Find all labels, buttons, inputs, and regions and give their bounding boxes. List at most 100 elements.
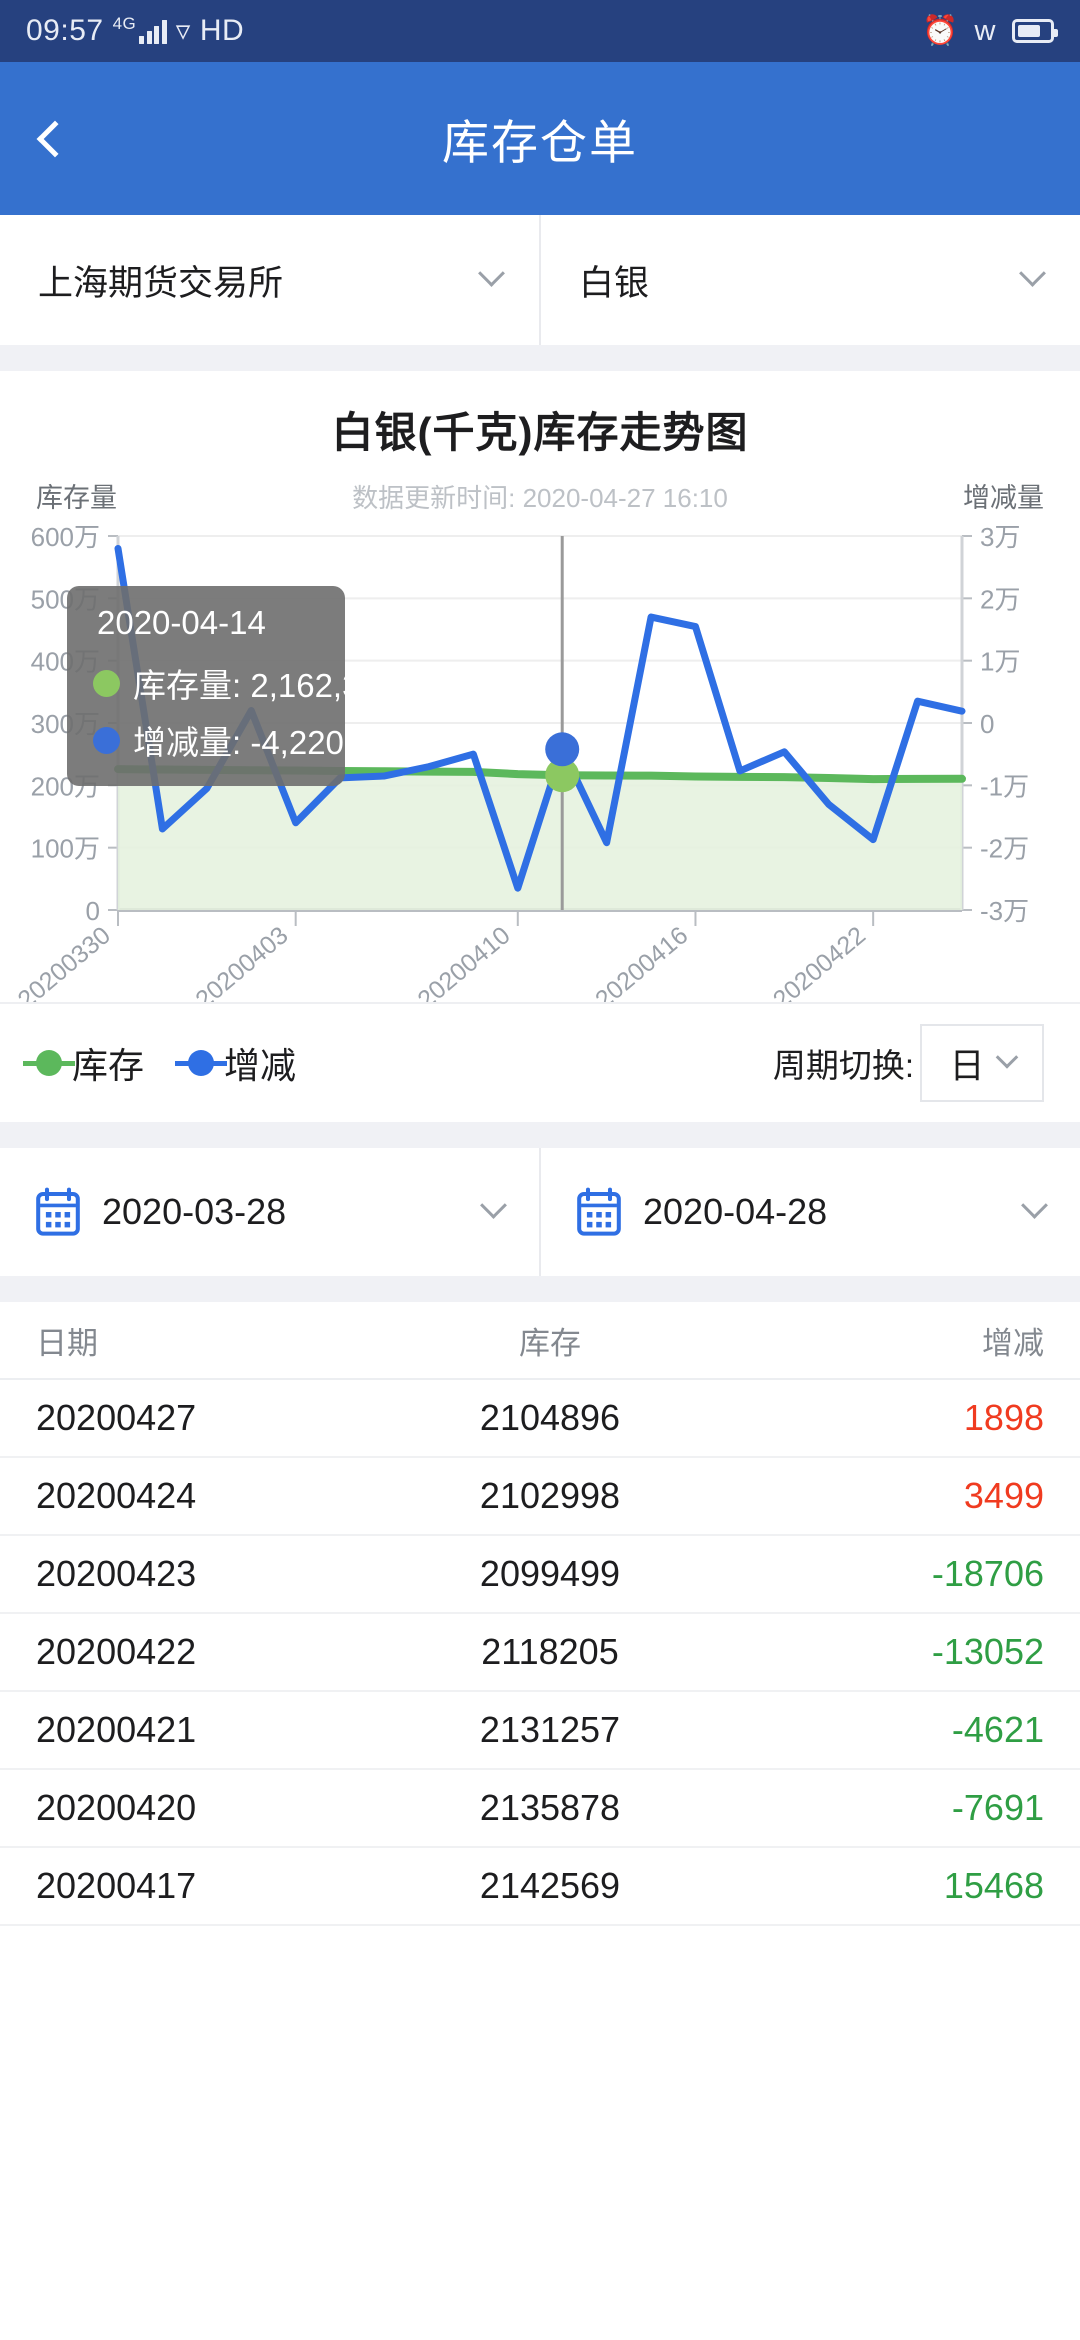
svg-text:100万: 100万 [31,834,100,864]
status-bar-right: ⏰ w [921,14,1058,47]
chevron-down-icon [478,259,505,287]
table-row[interactable]: 20200422 2118205 -13052 [0,1614,1080,1692]
selector-row: 上海期货交易所 白银 [0,215,1080,345]
calendar-icon [36,1187,80,1236]
period-switch-label: 周期切换: [772,1047,914,1084]
chart-plot[interactable]: 0 100万 200万 300万 400万 500万 600万 -3万 -2万 -1万 0 1万 2万 3… [0,522,1080,1002]
bluetooth-icon: w [974,14,996,47]
date-range-row: 2020-03-28 2020-04-28 [0,1148,1080,1276]
table-row[interactable]: 20200423 2099499 -18706 [0,1536,1080,1614]
product-selector[interactable]: 白银 [539,215,1080,345]
update-time: 数据更新时间: 2020-04-27 16:10 [352,483,728,513]
cell-date: 20200424 [36,1475,197,1516]
cell-date: 20200423 [36,1553,197,1594]
section-divider [0,345,1080,371]
chart-card: 白银(千克)库存走势图 库存量 数据更新时间: 2020-04-27 16:10… [0,371,1080,1002]
table-header-row: 日期 库存 增减 [0,1302,1080,1380]
chart-title: 白银(千克)库存走势图 [331,409,749,456]
cell-change: -7691 [951,1787,1044,1828]
table-body: 20200427 2104896 1898 20200424 2102998 3499 20… [0,1380,1080,1926]
cell-change: 15468 [943,1865,1044,1906]
svg-text:20200410: 20200410 [412,921,515,1002]
end-date-picker[interactable]: 2020-04-28 [539,1148,1080,1276]
tooltip-stock-dot [93,669,120,697]
legend-item-change[interactable]: 增减 [188,1037,296,1089]
table-row[interactable]: 20200420 2135878 -7691 [0,1770,1080,1848]
tooltip-stock-text: 库存量: 2,162,334 [133,667,398,704]
cell-stock: 2102998 [479,1475,621,1516]
chevron-down-icon [1021,1191,1048,1219]
svg-text:0: 0 [980,709,994,739]
legend-item-stock[interactable]: 库存 [36,1037,144,1089]
svg-text:-2万: -2万 [980,834,1029,864]
svg-text:20200330: 20200330 [13,921,116,1002]
svg-text:3万: 3万 [980,522,1020,552]
cell-change: -4621 [951,1709,1044,1750]
product-selector-value: 白银 [579,263,650,303]
hd-label: HD [199,14,245,47]
legend-dot-change-icon [188,1050,215,1076]
cell-date: 20200422 [36,1631,197,1672]
tooltip-change-dot [93,726,120,754]
legend-label-stock: 库存 [72,1045,145,1086]
cell-stock: 2099499 [479,1553,621,1594]
legend-row: 库存 增减 周期切换: 日 [0,1002,1080,1122]
table-row[interactable]: 20200427 2104896 1898 [0,1380,1080,1458]
cell-date: 20200421 [36,1709,197,1750]
svg-text:20200416: 20200416 [590,921,693,1002]
app-bar: 库存仓单 [0,62,1080,215]
cell-change: 1898 [963,1397,1044,1438]
legend-label-change: 增减 [224,1045,297,1086]
period-switch: 周期切换: 日 [773,1024,1044,1102]
cell-date: 20200427 [36,1397,197,1438]
chart-tooltip: 2020-04-14 库存量: 2,162,334 增减量: -4,220 [67,586,397,786]
column-header-date: 日期 [36,1325,98,1361]
svg-text:600万: 600万 [31,522,100,552]
alarm-clock-icon: ⏰ [921,14,959,47]
cell-stock: 2142569 [479,1865,621,1906]
cell-date: 20200420 [36,1787,197,1828]
chevron-down-icon [1019,259,1046,287]
cell-change: -13052 [931,1631,1044,1672]
start-date-picker[interactable]: 2020-03-28 [0,1148,539,1276]
tooltip-change-text: 增减量: -4,220 [133,724,344,761]
cell-change: 3499 [963,1475,1044,1516]
start-date-value: 2020-03-28 [102,1191,287,1232]
left-axis-name: 库存量 [36,483,117,513]
section-divider-3 [0,1276,1080,1302]
column-header-change: 增减 [982,1325,1044,1361]
chart-subheader: 库存量 数据更新时间: 2020-04-27 16:10 增减量 [0,476,1080,522]
page-title: 库存仓单 [442,116,638,169]
tooltip-stock-row: 库存量: 2,162,334 [93,659,397,707]
column-header-stock: 库存 [519,1325,581,1361]
chevron-down-icon [480,1191,507,1219]
period-select-value: 日 [949,1046,985,1086]
period-select[interactable]: 日 [920,1024,1044,1102]
wifi-icon: ▿ [175,14,191,47]
tooltip-date: 2020-04-14 [97,604,266,641]
status-bar-left: 09:57 4G ▿ HD [26,14,244,48]
cell-stock: 2104896 [479,1397,621,1438]
table-row[interactable]: 20200424 2102998 3499 [0,1458,1080,1536]
status-clock: 09:57 [26,14,104,47]
svg-text:-1万: -1万 [980,771,1029,801]
table-row[interactable]: 20200417 2142569 15468 [0,1848,1080,1926]
svg-text:20200403: 20200403 [190,921,293,1002]
status-bar: 09:57 4G ▿ HD ⏰ w [0,0,1080,62]
stock-table: 日期 库存 增减 20200427 2104896 1898 20200424 2102… [0,1302,1080,1926]
svg-text:20200422: 20200422 [768,921,871,1002]
cell-change: -18706 [931,1553,1044,1594]
svg-text:-3万: -3万 [980,896,1029,926]
svg-text:2万: 2万 [980,584,1020,614]
exchange-selector-value: 上海期货交易所 [38,263,284,303]
cell-stock: 2118205 [481,1631,619,1672]
svg-text:1万: 1万 [980,647,1020,677]
signal-bars-icon [139,19,167,44]
table-row[interactable]: 20200421 2131257 -4621 [0,1692,1080,1770]
legend-dot-stock-icon [36,1050,62,1076]
chevron-down-icon [995,1046,1018,1069]
calendar-icon [577,1187,621,1236]
network-type-label: 4G [112,14,137,33]
section-divider-2 [0,1122,1080,1148]
exchange-selector[interactable]: 上海期货交易所 [0,215,539,345]
